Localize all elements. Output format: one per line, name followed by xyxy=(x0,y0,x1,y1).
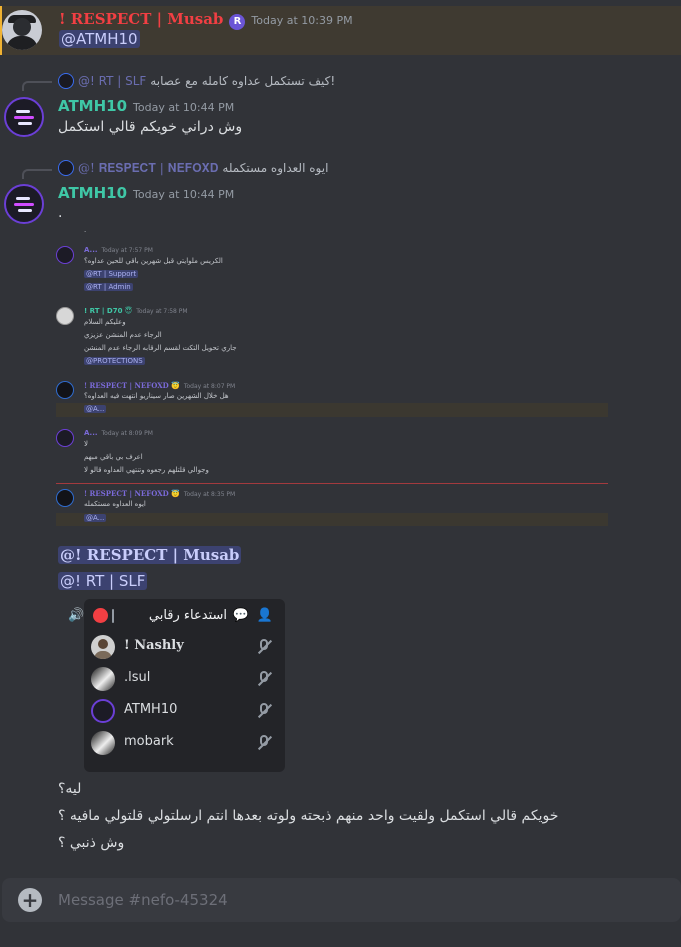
embed-text: الرجاء عدم المنشن عزيزي xyxy=(84,331,162,339)
reply-author[interactable]: @! RT | SLF xyxy=(78,74,146,88)
user-mention[interactable]: @ATMH10 xyxy=(59,30,140,48)
embed-author: ! RESPECT | NEFOXD 😇 xyxy=(84,489,180,498)
embed-text: جاري تحويل التكت لقسم الرقابه الرجاء عدم… xyxy=(84,344,237,352)
embed-time: Today at 8:35 PM xyxy=(183,491,236,498)
embed-author: A... xyxy=(84,429,98,437)
voice-member-name: ! 𝐍𝐚𝐬𝐡𝐥𝐲 xyxy=(124,638,184,653)
timestamp: Today at 10:44 PM xyxy=(133,188,235,201)
embed-highlight xyxy=(56,403,608,417)
reply-connector xyxy=(22,169,52,179)
reply-author[interactable]: @! 𝐑𝐄𝐒𝐏𝐄𝐂𝐓 | 𝐍𝐄𝐅𝐎𝐗𝐃 xyxy=(78,161,218,176)
voice-member[interactable]: ! 𝐍𝐚𝐬𝐡𝐥𝐲 xyxy=(84,633,285,661)
reply-text: ايوه العداوه مستكمله xyxy=(222,161,329,175)
embed-mention: @A... xyxy=(84,405,107,413)
muted-mic-icon xyxy=(257,671,273,687)
embed-text: الكريس ملوايتي قبل شهرين باقي للحين عداو… xyxy=(84,257,223,265)
avatar xyxy=(56,381,74,399)
author-name[interactable]: ! 𝐑𝐄𝐒𝐏𝐄𝐂𝐓 | Musab xyxy=(59,10,223,28)
add-attachment-button[interactable]: + xyxy=(18,888,42,912)
reply-text: كيف تستكمل عداوه كامله مع عصابه! xyxy=(150,74,336,88)
reply-preview[interactable]: @! RT | SLF كيف تستكمل عداوه كامله مع عص… xyxy=(58,73,335,89)
embed-mention: @RT | Admin xyxy=(84,283,133,291)
voice-member-name: mobark xyxy=(124,734,174,749)
speaker-icon: 🔊 xyxy=(68,608,85,623)
embed-text: ايوه العداوه مستكمله xyxy=(84,500,146,508)
reply-connector xyxy=(22,81,52,91)
avatar[interactable] xyxy=(2,10,42,50)
voice-channel-title[interactable]: استدعاء رقابي xyxy=(149,607,227,625)
embed-text: وعليكم السلام xyxy=(84,318,126,326)
voice-member-name: .lsul xyxy=(124,670,151,685)
message-text: . xyxy=(58,205,63,221)
embed-text: لا xyxy=(84,440,88,448)
author-name[interactable]: ATMH10 xyxy=(58,97,127,115)
avatar xyxy=(91,731,115,755)
embed-time: Today at 7:58 PM xyxy=(136,308,188,315)
embed-mention: @RT | Support xyxy=(84,270,139,278)
live-record-icon xyxy=(93,608,108,623)
muted-mic-icon xyxy=(257,639,273,655)
new-messages-divider xyxy=(56,483,608,484)
embed-text: هل خلال الشهرين صار سيناريو انتهت فيه ال… xyxy=(84,392,229,400)
embed-text: اعرف بي باقي مبهم xyxy=(84,453,143,461)
embed-time: Today at 8:07 PM xyxy=(183,383,236,390)
avatar[interactable] xyxy=(4,97,44,137)
avatar xyxy=(56,307,74,325)
embed-dot: . xyxy=(84,226,87,234)
avatar xyxy=(56,489,74,507)
timestamp: Today at 10:39 PM xyxy=(251,14,353,27)
avatar xyxy=(56,429,74,447)
author-name[interactable]: ATMH10 xyxy=(58,184,127,202)
server-badge-icon: R xyxy=(229,14,246,30)
message-text: ليه؟ xyxy=(58,781,82,797)
embed-author: ! RESPECT | NEFOXD 😇 xyxy=(84,381,180,390)
reply-avatar xyxy=(58,160,74,176)
voice-member-name: ATMH10 xyxy=(124,702,178,717)
avatar xyxy=(91,699,115,723)
add-user-icon[interactable]: 👤 xyxy=(257,607,273,625)
user-mention[interactable]: @! 𝐑𝐄𝐒𝐏𝐄𝐂𝐓 | Musab xyxy=(58,546,242,564)
voice-channel-embed[interactable]: 🔊 استدعاء رقابي 💬 👤 ! 𝐍𝐚𝐬𝐡𝐥𝐲 .lsul ATMH1… xyxy=(68,599,285,772)
embed-highlight xyxy=(56,513,608,526)
message-input[interactable] xyxy=(58,878,658,922)
embed-time: Today at 8:09 PM xyxy=(101,430,153,437)
muted-mic-icon xyxy=(257,703,273,719)
message-mentioned: ! 𝐑𝐄𝐒𝐏𝐄𝐂𝐓 | Musab R Today at 10:39 PM @A… xyxy=(0,6,681,55)
voice-member[interactable]: ATMH10 xyxy=(84,697,285,725)
voice-member[interactable]: mobark xyxy=(84,729,285,757)
avatar xyxy=(91,667,115,691)
chat-bubble-icon[interactable]: 💬 xyxy=(233,607,249,625)
voice-member[interactable]: .lsul xyxy=(84,665,285,693)
header-divider xyxy=(112,609,114,623)
avatar xyxy=(91,635,115,659)
muted-mic-icon xyxy=(257,735,273,751)
avatar[interactable] xyxy=(4,184,44,224)
embed-author: A... xyxy=(84,246,98,254)
embed-author: ! RT | D70 😇 xyxy=(84,307,133,315)
message-text: وش دراني خويكم قالي استكمل xyxy=(58,119,243,135)
message-text: وش ذنبي ؟ xyxy=(58,835,125,851)
attached-screenshot[interactable]: . A... Today at 7:57 PM الكريس ملوايتي قب… xyxy=(56,226,608,530)
embed-mention: @A... xyxy=(84,514,107,522)
message-composer: + xyxy=(2,878,681,922)
timestamp: Today at 10:44 PM xyxy=(133,101,235,114)
reply-preview[interactable]: @! 𝐑𝐄𝐒𝐏𝐄𝐂𝐓 | 𝐍𝐄𝐅𝐎𝐗𝐃 ايوه العداوه مستكمله xyxy=(58,160,328,176)
avatar xyxy=(56,246,74,264)
reply-avatar xyxy=(58,73,74,89)
embed-text: وجوالي قلتلهم رجعوه وتنتهي العداوه قالو … xyxy=(84,466,209,474)
embed-mention: @PROTECTIONS xyxy=(84,357,145,365)
user-mention[interactable]: @! RT | SLF xyxy=(58,572,148,590)
embed-time: Today at 7:57 PM xyxy=(101,247,153,254)
message-text: خويكم قالي استكمل ولقيت واحد منهم ذبحته … xyxy=(58,808,559,824)
